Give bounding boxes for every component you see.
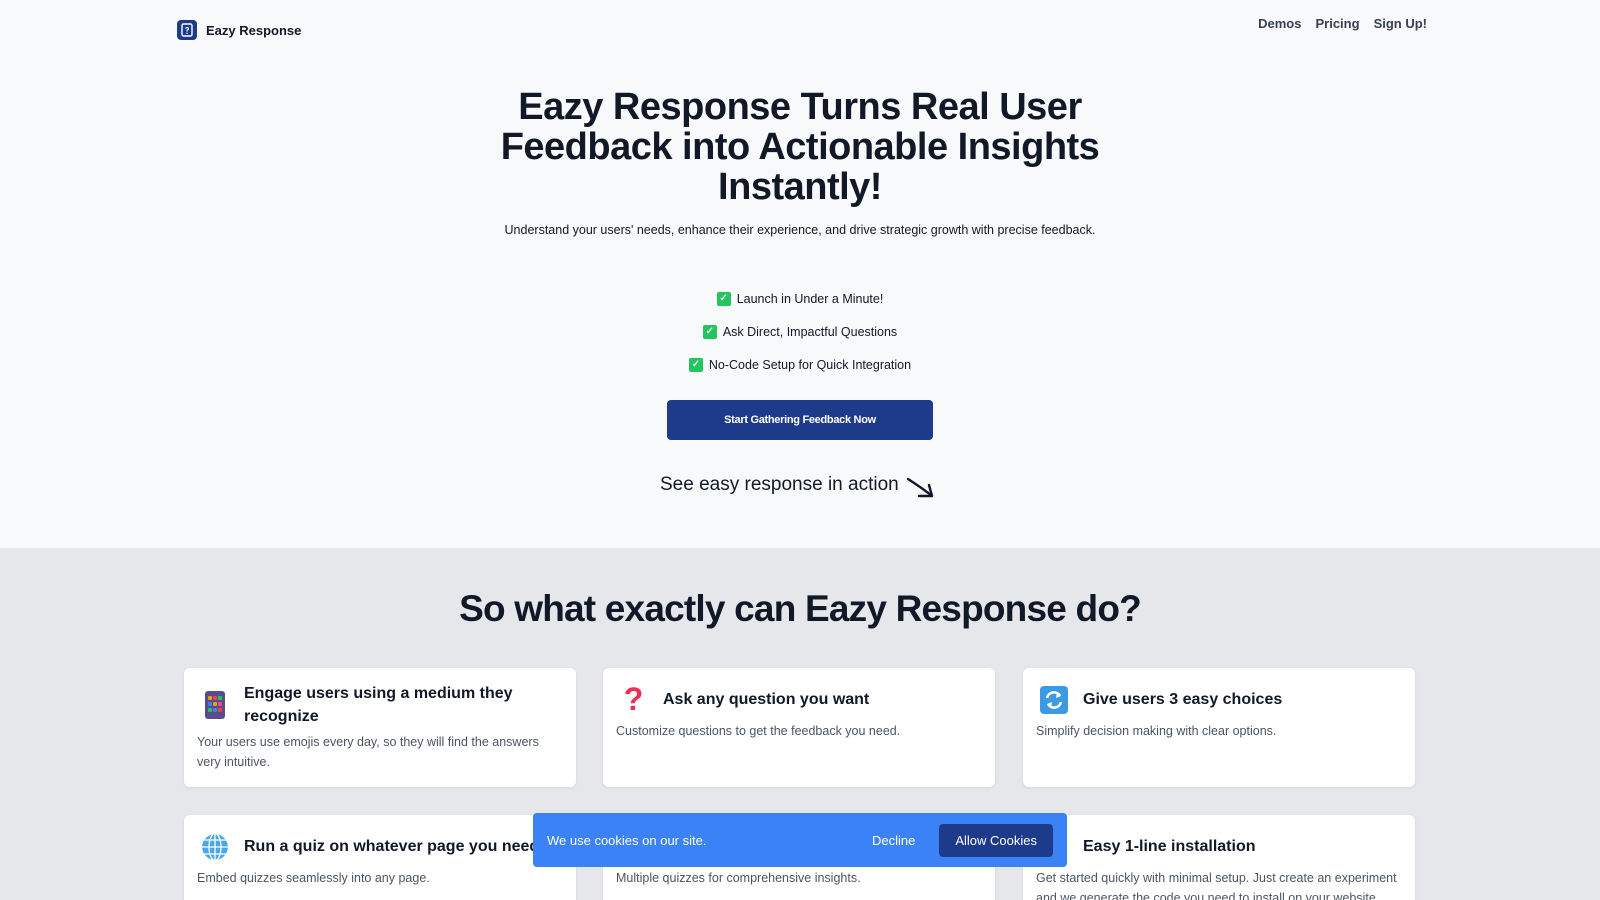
- nav-link-pricing[interactable]: Pricing: [1315, 16, 1359, 31]
- feature-card: Run a quiz on whatever page you need to …: [184, 815, 576, 900]
- hero-title: Eazy Response Turns Real User Feedback i…: [500, 86, 1100, 208]
- feature-card-desc: Simplify decision making with clear opti…: [1036, 724, 1277, 738]
- brand-logo-icon: [177, 20, 197, 40]
- cookie-banner: We use cookies on our site. Decline Allo…: [533, 813, 1067, 867]
- feature-card: Give users 3 easy choices Simplify decis…: [1023, 668, 1415, 787]
- feature-card-desc: Your users use emojis every day, so they…: [197, 735, 539, 769]
- checkmark-icon: ✓: [702, 324, 717, 339]
- checklist-item-label: Ask Direct, Impactful Questions: [722, 324, 898, 339]
- feature-card-desc: Get started quickly with minimal setup. …: [1036, 871, 1397, 900]
- see-in-action-label: See easy response in action: [660, 474, 899, 495]
- feature-card: ? Ask any question you want Customize qu…: [603, 668, 995, 787]
- decline-cookies-button[interactable]: Decline: [872, 833, 915, 848]
- see-in-action[interactable]: See easy response in action: [660, 474, 937, 500]
- arrow-down-right-icon: [906, 477, 933, 498]
- features-title: So what exactly can Eazy Response do?: [459, 588, 1142, 629]
- nav-links: Demos Pricing Sign Up!: [1258, 16, 1427, 31]
- checklist-item: ✓ Launch in Under a Minute!: [0, 282, 1600, 315]
- globe-icon: [197, 829, 232, 864]
- hero-subtitle: Understand your users' needs, enhance th…: [504, 223, 1096, 237]
- feature-card-title: Engage users using a medium they recogni…: [244, 685, 513, 725]
- feature-card-desc: Multiple quizzes for comprehensive insig…: [616, 871, 861, 885]
- nav-link-demos[interactable]: Demos: [1258, 16, 1301, 31]
- refresh-arrows-icon: [1036, 682, 1071, 717]
- top-nav: Eazy Response Demos Pricing Sign Up!: [0, 0, 1600, 60]
- feature-card: Engage users using a medium they recogni…: [184, 668, 576, 787]
- cookie-banner-text: We use cookies on our site.: [547, 832, 707, 848]
- checkmark-icon: ✓: [716, 291, 731, 306]
- feature-card-desc: Embed quizzes seamlessly into any page.: [197, 871, 430, 885]
- checklist-item: ✓ Ask Direct, Impactful Questions: [0, 315, 1600, 348]
- checklist-item: ✓ No-Code Setup for Quick Integration: [0, 348, 1600, 381]
- feature-card-title: Ask any question you want: [663, 691, 870, 708]
- allow-cookies-button[interactable]: Allow Cookies: [939, 823, 1053, 857]
- brand-name: Eazy Response: [206, 22, 302, 38]
- question-mark-icon: ?: [623, 681, 644, 717]
- brand[interactable]: Eazy Response: [177, 20, 301, 40]
- feature-card-title: Give users 3 easy choices: [1083, 691, 1283, 708]
- grid-phone-icon: [197, 688, 232, 723]
- checkmark-icon: ✓: [688, 357, 703, 372]
- feature-card: Easy 1-line installation Get started qui…: [1023, 815, 1415, 900]
- feature-card-title: Run a quiz on whatever page you need to: [244, 838, 559, 855]
- feature-card-title: Easy 1-line installation: [1083, 838, 1256, 855]
- hero-section: Eazy Response Turns Real User Feedback i…: [0, 60, 1600, 548]
- checklist-item-label: No-Code Setup for Quick Integration: [708, 357, 912, 372]
- nav-link-sign-up[interactable]: Sign Up!: [1374, 16, 1427, 31]
- checklist-item-label: Launch in Under a Minute!: [736, 291, 884, 306]
- feature-checklist: ✓ Launch in Under a Minute! ✓ Ask Direct…: [0, 282, 1600, 381]
- feature-card-desc: Customize questions to get the feedback …: [616, 724, 901, 738]
- start-gathering-feedback-button[interactable]: Start Gathering Feedback Now: [667, 400, 933, 440]
